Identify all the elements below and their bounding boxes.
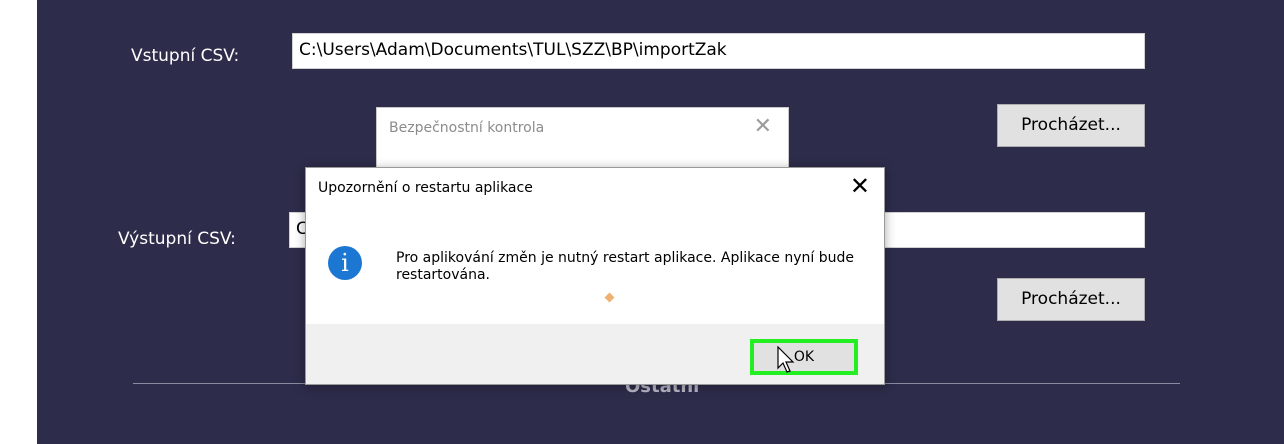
browse-output-button[interactable]: Procházet... (997, 278, 1145, 321)
input-csv-field[interactable]: C:\Users\Adam\Documents\TUL\SZZ\BP\impor… (292, 33, 1145, 69)
loading-dot (604, 292, 615, 303)
message-box-title: Upozornění o restartu aplikace (318, 180, 533, 196)
browse-input-button[interactable]: Procházet... (997, 104, 1145, 147)
restart-message-box: Upozornění o restartu aplikace ✕ i Pro a… (305, 167, 885, 385)
info-icon: i (328, 246, 362, 280)
message-text: Pro aplikování změn je nutný restart apl… (396, 250, 854, 283)
security-dialog-title: Bezpečnostní kontrola (389, 120, 545, 136)
output-csv-label: Výstupní CSV: (118, 229, 236, 249)
mouse-cursor-icon (777, 346, 795, 373)
input-csv-label: Vstupní CSV: (131, 46, 240, 66)
message-box-footer: OK (306, 324, 884, 384)
ok-button[interactable]: OK (750, 339, 858, 375)
message-box-close-icon[interactable]: ✕ (850, 172, 870, 200)
security-dialog-close-icon[interactable]: ✕ (754, 114, 772, 139)
